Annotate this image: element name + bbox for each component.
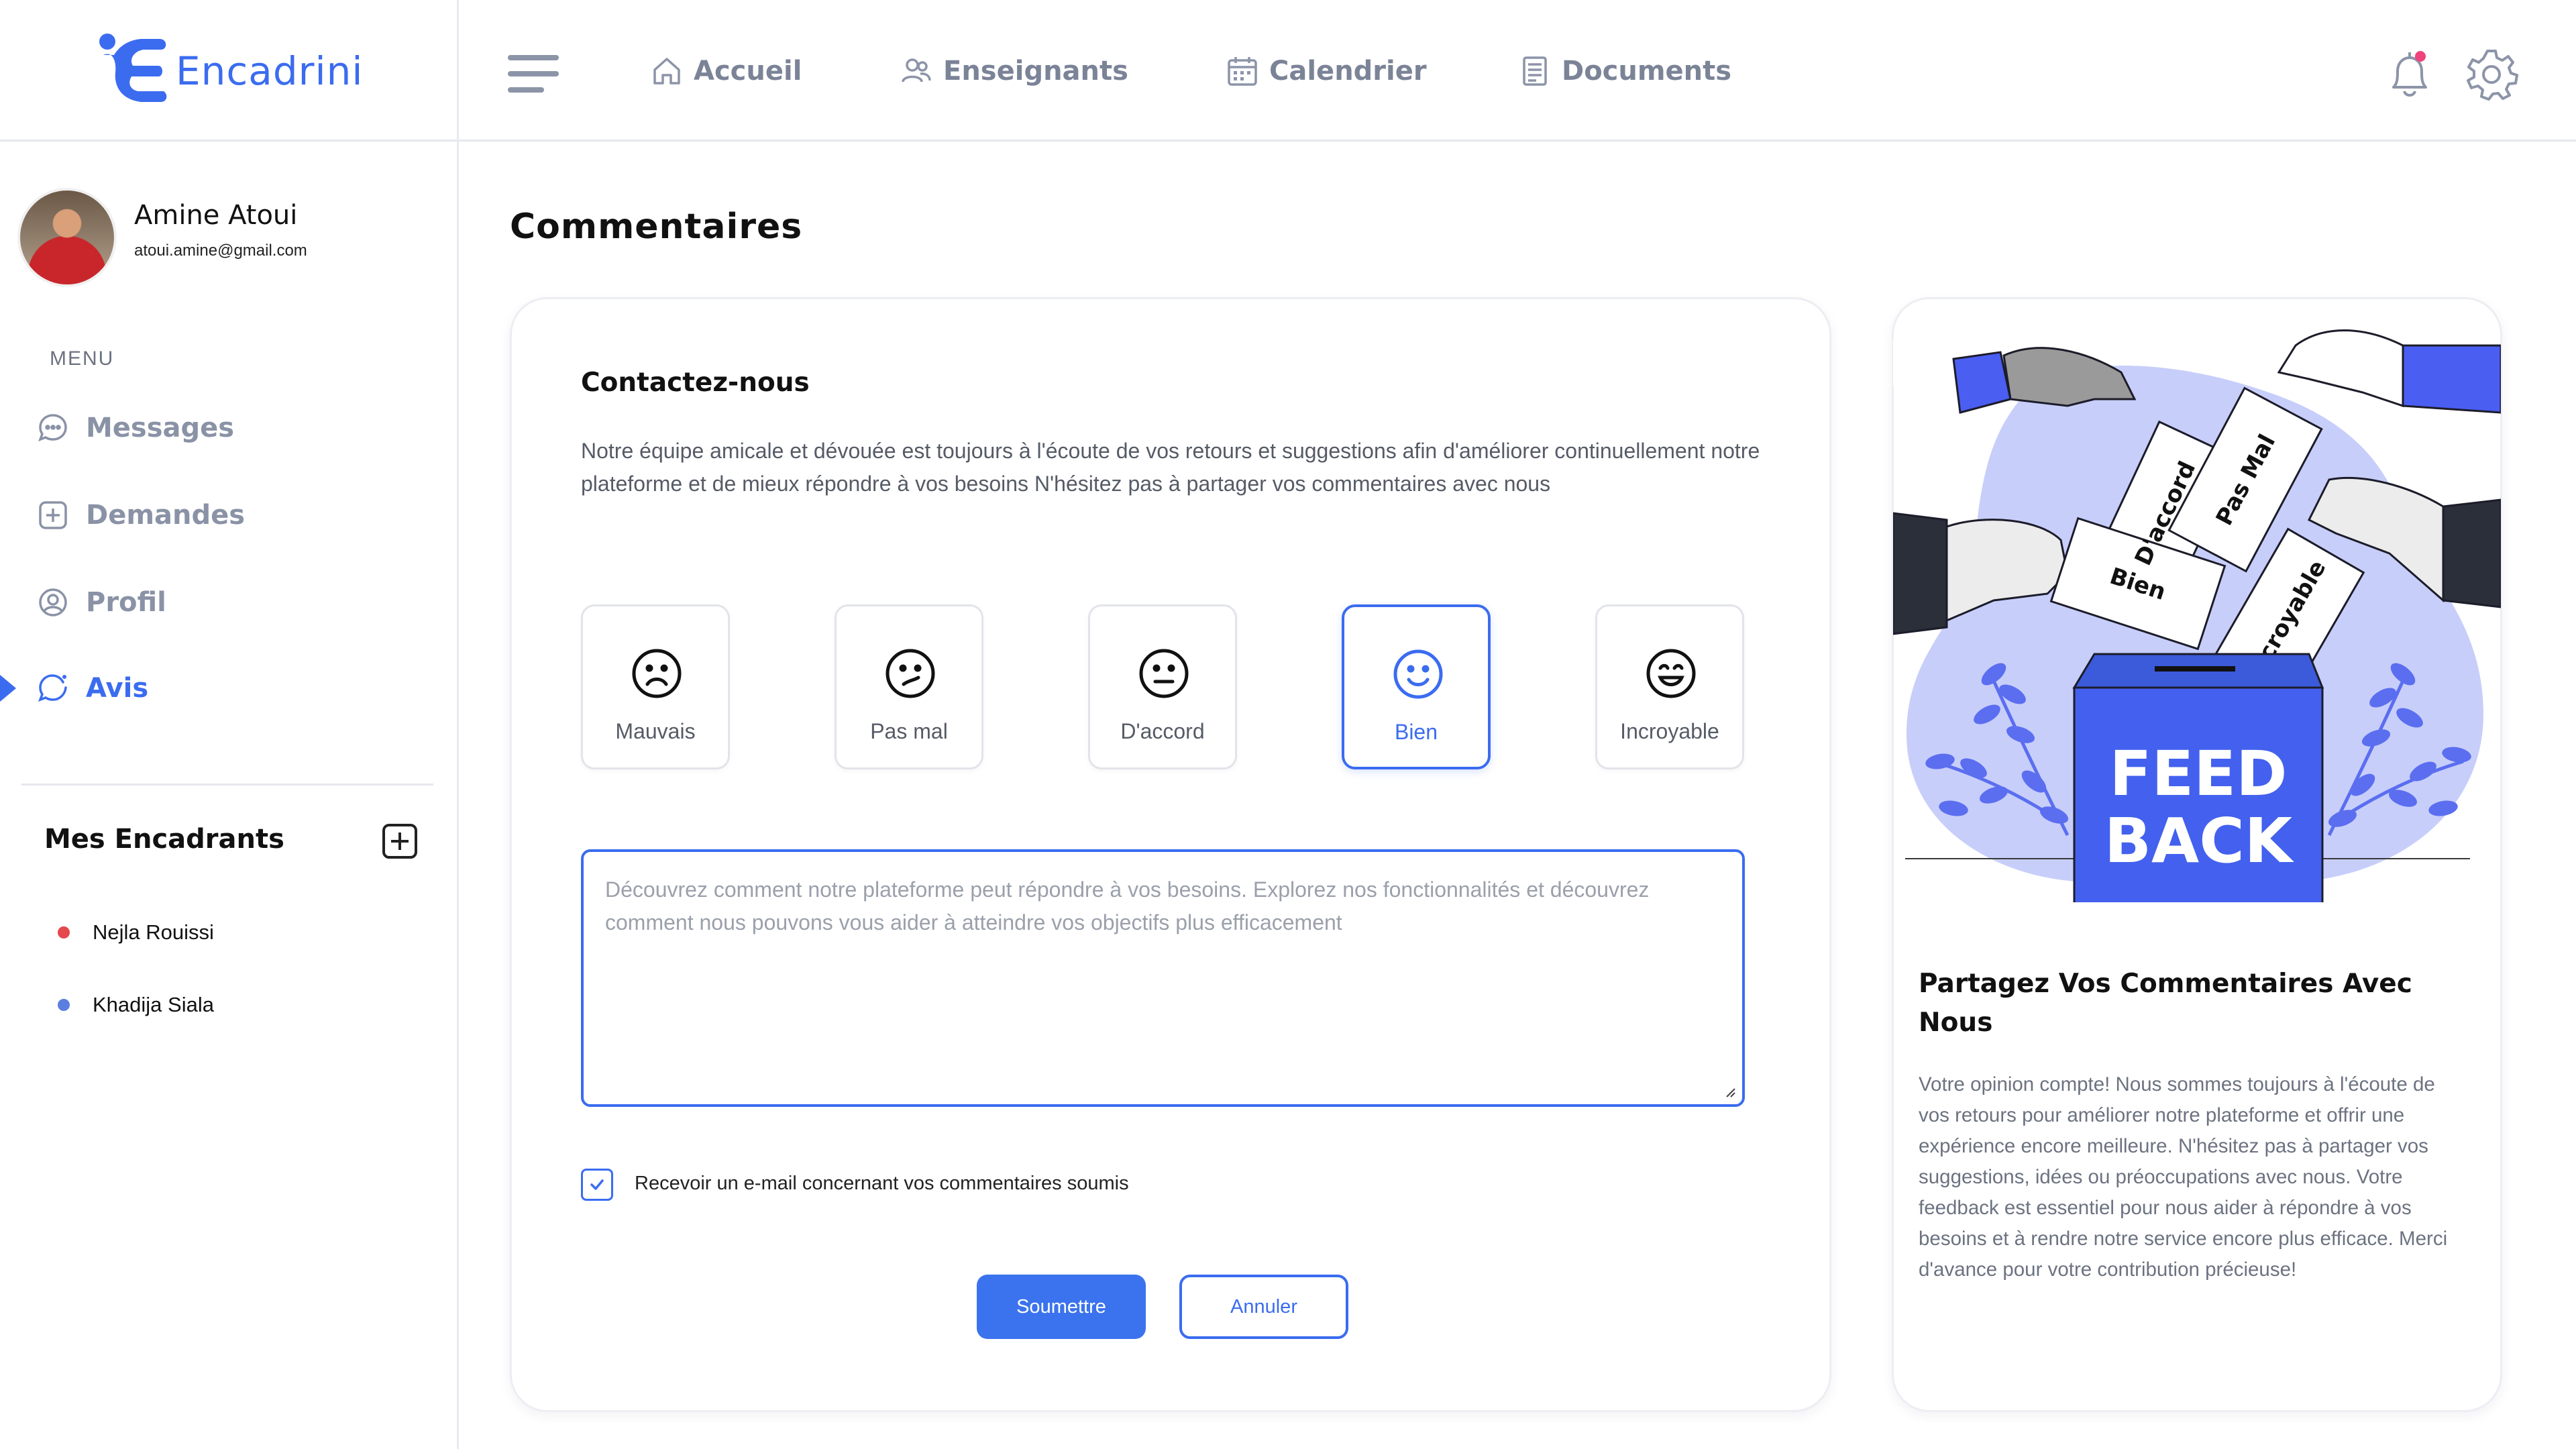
encadrant-name: Nejla Rouissi: [93, 920, 214, 944]
rating-label: Incroyable: [1620, 719, 1719, 743]
happy-face-icon: [1646, 649, 1696, 698]
contact-description: Notre équipe amicale et dévouée est touj…: [581, 439, 1760, 496]
feedback-textarea[interactable]: Découvrez comment notre plateforme peut …: [581, 849, 1745, 1107]
feedback-illustration: D'accord Pas Mal Bien Incroyable FEED BA…: [1893, 329, 2501, 902]
status-dot: [58, 999, 70, 1011]
rating-bien[interactable]: Bien: [1342, 604, 1491, 769]
encadrants-title: Mes Encadrants: [44, 824, 284, 855]
section-divider: [21, 784, 433, 786]
user-email: atoui.amine@gmail.com: [134, 241, 307, 260]
unsure-face-icon: [885, 649, 935, 698]
sidebar-item-avis[interactable]: Avis: [36, 667, 148, 710]
top-bar: Encadrini Accueil Enseignants Calendrier: [0, 0, 2576, 142]
gear-icon[interactable]: [2465, 47, 2518, 101]
smile-face-icon: [1393, 649, 1443, 699]
feedback-card-title: Partagez Vos Commentaires Avec Nous: [1919, 969, 2412, 1038]
sidebar-divider: [457, 0, 459, 1449]
resize-handle-icon[interactable]: [1725, 1087, 1735, 1097]
nav-calendrier[interactable]: Calendrier: [1225, 50, 1427, 93]
page-title: Commentaires: [510, 207, 803, 247]
active-indicator: [0, 675, 16, 702]
nav-documents[interactable]: Documents: [1517, 50, 1731, 93]
sidebar-item-profil-label: Profil: [86, 587, 166, 618]
nav-enseignants[interactable]: Enseignants: [899, 50, 1128, 93]
encadrant-item[interactable]: Khadija Siala: [58, 991, 214, 1018]
document-icon: [1523, 56, 1547, 86]
nav-calendrier-label: Calendrier: [1269, 56, 1427, 87]
sidebar-item-avis-label: Avis: [86, 673, 149, 704]
encadrant-item[interactable]: Nejla Rouissi: [58, 919, 214, 946]
textarea-placeholder: Découvrez comment notre plateforme peut …: [605, 877, 1650, 934]
user-circle-icon: [39, 588, 67, 616]
contact-title: Contactez-nous: [581, 368, 810, 398]
sidebar-item-profil[interactable]: Profil: [36, 581, 166, 624]
rating-label: Mauvais: [615, 719, 696, 743]
rating-incroyable[interactable]: Incroyable: [1595, 604, 1744, 769]
sidebar-item-messages[interactable]: Messages: [36, 407, 234, 449]
hamburger-menu-button[interactable]: [508, 55, 559, 93]
box-text-back: BACK: [2104, 805, 2295, 877]
home-icon: [653, 58, 680, 85]
chat-icon: [38, 414, 67, 441]
menu-title: MENU: [50, 347, 115, 370]
feedback-card-description: Votre opinion compte! Nous sommes toujou…: [1919, 1073, 2448, 1281]
nav-documents-label: Documents: [1562, 56, 1732, 87]
sidebar-item-demandes[interactable]: Demandes: [36, 494, 245, 537]
plus-square-icon: [39, 501, 67, 529]
encadrant-name: Khadija Siala: [93, 993, 214, 1016]
sidebar-item-messages-label: Messages: [86, 413, 235, 443]
sidebar-item-demandes-label: Demandes: [86, 500, 246, 531]
users-icon: [902, 58, 931, 83]
rating-mauvais[interactable]: Mauvais: [581, 604, 730, 769]
nav-accueil[interactable]: Accueil: [649, 50, 802, 93]
avatar[interactable]: [17, 188, 117, 287]
logo-icon: [99, 34, 167, 102]
cancel-button[interactable]: Annuler: [1179, 1275, 1348, 1339]
bell-icon[interactable]: [2385, 47, 2434, 101]
app-name: Encadrini: [176, 48, 364, 94]
nav-accueil-label: Accueil: [694, 56, 802, 87]
sad-face-icon: [632, 649, 682, 698]
submit-button[interactable]: Soumettre: [977, 1275, 1146, 1339]
calendar-icon: [1228, 57, 1257, 86]
feedback-icon: [38, 674, 67, 702]
status-dot: [58, 926, 70, 938]
add-encadrant-button[interactable]: [382, 824, 417, 859]
box-text-feed: FEED: [2110, 738, 2288, 810]
app-logo[interactable]: Encadrini: [94, 32, 364, 109]
neutral-face-icon: [1139, 649, 1189, 698]
rating-label: Pas mal: [870, 719, 948, 743]
nav-enseignants-label: Enseignants: [943, 56, 1128, 87]
email-checkbox-label: Recevoir un e-mail concernant vos commen…: [635, 1173, 1129, 1194]
rating-daccord[interactable]: D'accord: [1088, 604, 1237, 769]
user-name: Amine Atoui: [134, 200, 298, 231]
rating-label: D'accord: [1120, 719, 1205, 743]
checkmark-icon: [590, 1179, 604, 1190]
email-checkbox[interactable]: [581, 1169, 613, 1201]
rating-pas-mal[interactable]: Pas mal: [835, 604, 983, 769]
rating-label: Bien: [1394, 720, 1438, 744]
